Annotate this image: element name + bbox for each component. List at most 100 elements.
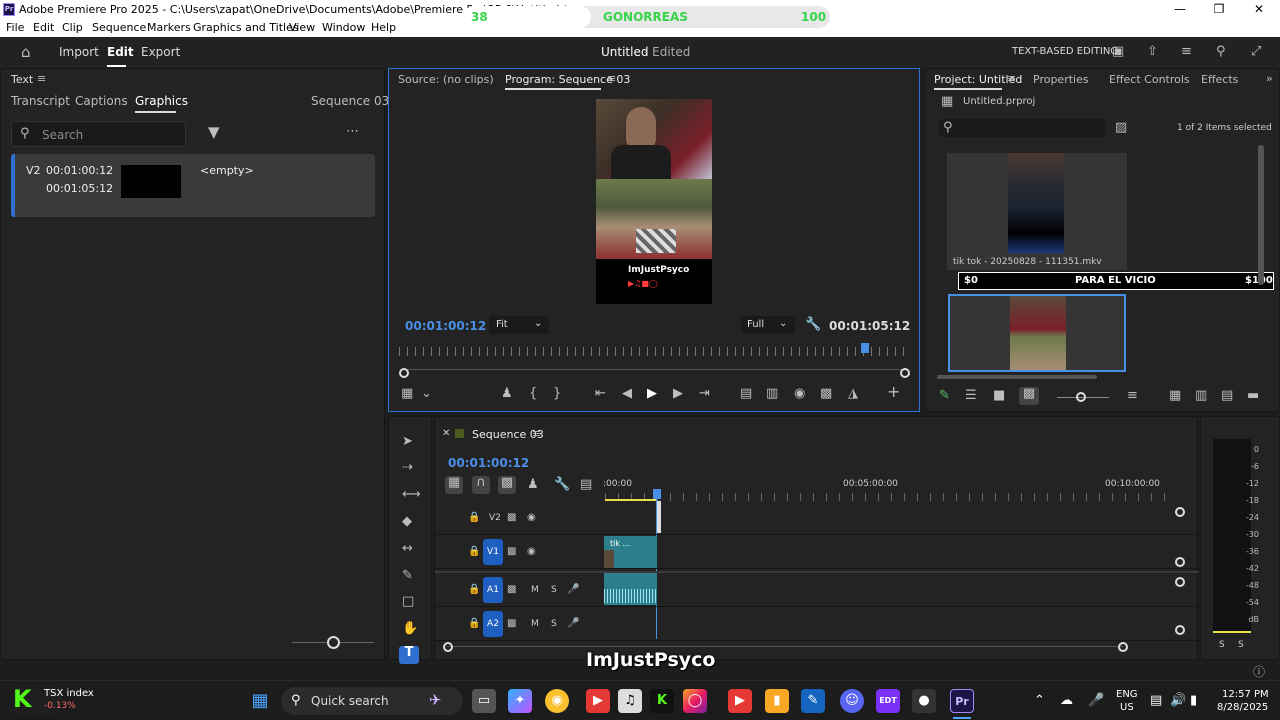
track-a1-label[interactable]: A1 [483,577,503,603]
project-h-scrollbar[interactable] [937,375,1097,379]
slip-tool-icon[interactable]: ↔ [402,542,413,556]
razor-tool-icon[interactable]: ◆ [402,515,412,529]
mark-in-icon[interactable]: { [529,387,537,401]
program-menu-icon[interactable]: ≡ [607,72,616,85]
export-tab[interactable]: Export [141,45,180,59]
more-options-icon[interactable]: ⋯ [346,125,359,139]
maximize-icon[interactable]: ❐ [1209,2,1229,18]
text-based-editing-button[interactable]: TEXT-BASED EDITING [1012,46,1118,57]
close-icon[interactable]: ✕ [1249,2,1269,18]
keyboard-layout[interactable]: US [1120,702,1134,713]
menu-sequence[interactable]: Sequence [92,21,146,34]
eye-icon[interactable]: ◉ [527,545,536,559]
play-icon[interactable]: ▶ [647,387,657,401]
track-v1-label[interactable]: V1 [483,539,503,565]
automate-icon[interactable]: ▦ [1169,389,1181,403]
hand-tool-icon[interactable]: ✋ [402,622,418,636]
timeline-settings-icon[interactable]: 🔧 [554,478,570,492]
eye-icon[interactable]: ◉ [527,511,536,525]
windows-start-icon[interactable]: ▦ [248,689,272,713]
rectangle-tool-icon[interactable]: □ [402,595,414,609]
v2-graphic-clip[interactable] [657,501,661,533]
menu-window[interactable]: Window [322,21,365,34]
microphone-icon[interactable]: 🎤 [567,583,579,597]
obs-app-icon[interactable]: ● [912,689,936,713]
clock-date[interactable]: 8/28/2025 [1217,702,1268,713]
extract-icon[interactable]: ▥ [766,387,778,401]
zoom-slider-handle[interactable] [327,636,340,649]
instagram-icon[interactable]: ◯ [683,689,707,713]
marker-icon[interactable]: ♟ [501,387,513,401]
source-tab[interactable]: Source: (no clips) [398,73,494,86]
tab-graphics[interactable]: Graphics [135,94,188,108]
solo-left-button[interactable]: S [1219,640,1225,650]
project-scrollbar[interactable] [1258,145,1264,285]
sync-lock-icon[interactable]: ▩ [507,617,516,631]
step-forward-icon[interactable]: ▶ [673,387,683,401]
network-icon[interactable]: ▤ [1150,694,1162,708]
lock-icon[interactable]: 🔒 [468,545,480,559]
new-item-icon[interactable]: ▤ [1221,389,1233,403]
scroll-handle-right[interactable] [900,368,910,378]
clock-time[interactable]: 12:57 PM [1222,689,1269,700]
scroll-handle-left[interactable] [399,368,409,378]
bin-icon[interactable]: ▨ [1115,121,1127,135]
discord-icon[interactable]: ☺ [840,689,864,713]
task-view-icon[interactable]: ▭ [472,689,496,713]
language-code[interactable]: ENG [1116,689,1138,700]
premiere-taskbar-icon[interactable]: Pr [950,689,974,713]
panel-menu-icon[interactable]: ≡ [37,72,46,85]
edit-app-icon[interactable]: EDT [876,689,900,713]
info-icon[interactable]: ⓘ [1253,665,1265,679]
a1-audio-clip[interactable] [604,573,657,605]
battery-icon[interactable]: ▮ [1190,694,1197,708]
chrome-icon[interactable]: ◉ [545,689,569,713]
add-button-icon[interactable]: + [887,384,900,400]
video-scroll-handle[interactable] [1175,557,1185,567]
tab-captions[interactable]: Captions [75,94,128,108]
list-view-icon[interactable]: ☰ [965,389,977,403]
close-sequence-icon[interactable]: ✕ [442,428,450,439]
ticker-name[interactable]: TSX index [44,688,94,699]
menu-graphics[interactable]: Graphics and Titles [193,21,299,34]
fit-dropdown[interactable]: Fit ⌄ [489,316,549,334]
chevron-down-icon[interactable]: ⌄ [421,387,432,401]
timeline-scroll-right[interactable] [1118,642,1128,652]
sequence-menu-icon[interactable]: ≡ [532,427,541,440]
go-to-in-icon[interactable]: ⇤ [595,387,606,401]
home-icon[interactable]: ⌂ [21,45,31,60]
captions-icon[interactable]: ▤ [580,478,592,492]
properties-tab[interactable]: Properties [1033,73,1089,86]
timeline-scroll-left[interactable] [443,642,453,652]
quality-dropdown[interactable]: Full ⌄ [741,316,795,334]
icon-view-icon[interactable]: ■ [993,389,1005,403]
video-scroll-handle[interactable] [1175,507,1185,517]
lock-icon[interactable]: 🔒 [468,511,480,525]
mute-button[interactable]: M [531,585,539,595]
import-tab[interactable]: Import [59,45,99,59]
graphics-item[interactable]: V2 00:01:00:12 00:01:05:12 <empty> [11,154,375,217]
menu-file[interactable]: File [6,21,24,34]
timeline-timecode[interactable]: 00:01:00:12 [448,456,529,470]
track-select-icon[interactable]: ⇢ [402,461,413,475]
sync-lock-icon[interactable]: ▩ [507,583,516,597]
copilot-icon[interactable]: ✦ [508,689,532,713]
mute-button[interactable]: M [531,619,539,629]
youtube-icon[interactable]: ▶ [586,689,610,713]
share-icon[interactable]: ⇧ [1147,45,1158,59]
audio-scroll-handle[interactable] [1175,577,1185,587]
menu-view[interactable]: View [289,21,315,34]
go-to-out-icon[interactable]: ⇥ [699,387,710,401]
microphone-icon[interactable]: 🎤 [567,617,579,631]
type-tool-icon[interactable]: T [399,646,419,664]
menu-markers[interactable]: Markers [147,21,191,34]
camera-icon[interactable]: ◉ [794,387,805,401]
minimize-icon[interactable]: — [1170,2,1190,18]
solo-button[interactable]: S [551,619,557,629]
edit-tab[interactable]: Edit [107,45,134,59]
safe-margins-icon[interactable]: ▦ [401,387,413,401]
effects-tab[interactable]: Effects [1201,73,1238,86]
menu-clip[interactable]: Clip [62,21,83,34]
mark-out-icon[interactable]: } [553,387,561,401]
v1-video-clip[interactable]: tik ... [604,536,657,568]
